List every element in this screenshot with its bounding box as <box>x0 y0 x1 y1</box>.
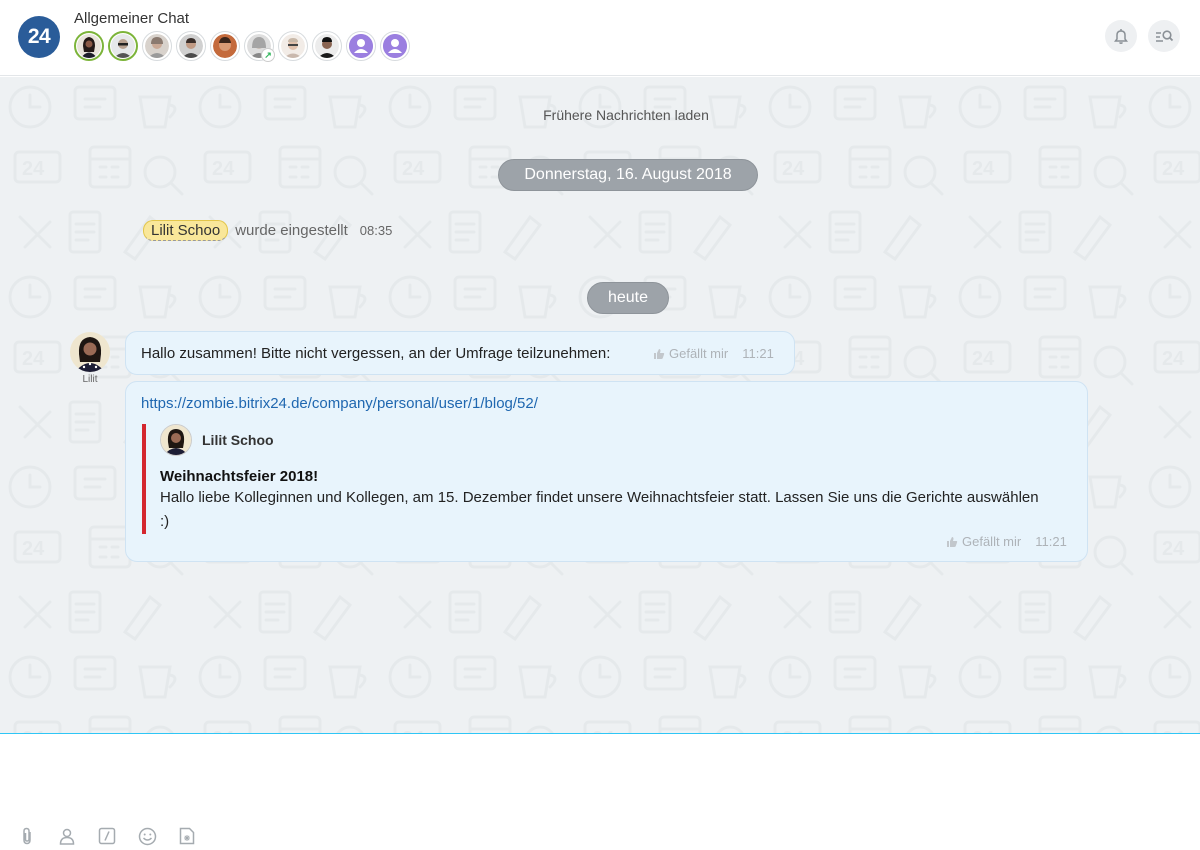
message-bubble[interactable]: Hallo zusammen! Bitte nicht vergessen, a… <box>125 331 795 375</box>
member-avatar[interactable] <box>210 31 240 61</box>
load-earlier-messages[interactable]: Frühere Nachrichten laden <box>0 107 1200 123</box>
like-button[interactable]: Gefällt mir <box>946 534 1021 549</box>
preview-author-name: Lilit Schoo <box>202 432 274 448</box>
member-avatar[interactable]: ↗ <box>244 31 275 62</box>
chat-title[interactable]: Allgemeiner Chat <box>74 10 189 27</box>
mentioned-user[interactable]: Lilit Schoo <box>143 220 229 241</box>
member-avatar[interactable] <box>346 31 376 61</box>
like-label: Gefällt mir <box>669 346 729 361</box>
bitrix24-logo: 24 <box>18 16 60 58</box>
message-list[interactable]: 24 Frühere Nachrichten laden Donnerstag,… <box>0 77 1200 733</box>
author-caption: Lilit <box>82 374 98 385</box>
input-toolbar <box>17 826 197 846</box>
message-time: 11:21 <box>1035 534 1067 549</box>
message-link[interactable]: https://zombie.bitrix24.de/company/perso… <box>141 395 538 412</box>
member-avatar[interactable] <box>74 31 104 61</box>
like-button[interactable]: Gefällt mir <box>653 346 728 361</box>
thumbs-up-icon <box>654 348 665 359</box>
sticker-icon[interactable] <box>177 826 197 846</box>
search-history-button[interactable] <box>1148 20 1180 52</box>
rich-link-preview[interactable]: Lilit Schoo Weihnachtsfeier 2018! Hallo … <box>142 424 1042 534</box>
logo-text: 24 <box>27 25 51 48</box>
paperclip-icon[interactable] <box>17 826 37 846</box>
preview-author: Lilit Schoo <box>160 424 1042 456</box>
author-avatar[interactable] <box>70 332 110 372</box>
message-meta: Gefällt mir 11:21 <box>653 346 774 361</box>
user-icon[interactable] <box>57 826 77 846</box>
preview-body: Hallo liebe Kolleginnen und Kollegen, am… <box>160 489 1039 530</box>
bell-icon <box>1114 29 1128 44</box>
smile-icon[interactable] <box>137 826 157 846</box>
message-meta: Gefällt mir 11:21 <box>946 534 1067 549</box>
extranet-badge-icon: ↗ <box>261 48 275 62</box>
message-input-area[interactable] <box>0 733 1200 850</box>
member-avatar[interactable] <box>278 31 308 61</box>
member-avatar[interactable] <box>380 31 410 61</box>
chat-header: 24 Allgemeiner Chat ↗ <box>0 0 1200 76</box>
preview-title[interactable]: Weihnachtsfeier 2018! <box>160 468 1042 485</box>
member-avatar[interactable] <box>312 31 342 61</box>
member-avatar[interactable] <box>108 31 138 61</box>
slash-command-icon[interactable] <box>97 826 117 846</box>
system-message: Lilit Schoo wurde eingestellt 08:35 <box>143 220 392 241</box>
member-avatar[interactable] <box>176 31 206 61</box>
message-bubble-link[interactable]: https://zombie.bitrix24.de/company/perso… <box>125 381 1088 562</box>
date-separator-today: heute <box>587 282 669 314</box>
preview-author-avatar <box>160 424 192 456</box>
member-avatar[interactable] <box>142 31 172 61</box>
member-avatars: ↗ <box>74 31 410 62</box>
search-icon <box>1156 30 1174 42</box>
message-time: 11:21 <box>742 346 774 361</box>
date-separator: Donnerstag, 16. August 2018 <box>498 159 758 191</box>
system-message-time: 08:35 <box>359 223 393 238</box>
thumbs-up-icon <box>947 536 958 547</box>
message-text: Hallo zusammen! Bitte nicht vergessen, a… <box>141 345 611 362</box>
like-label: Gefällt mir <box>962 534 1022 549</box>
notification-button[interactable] <box>1105 20 1137 52</box>
system-message-text: wurde eingestellt <box>235 222 348 239</box>
